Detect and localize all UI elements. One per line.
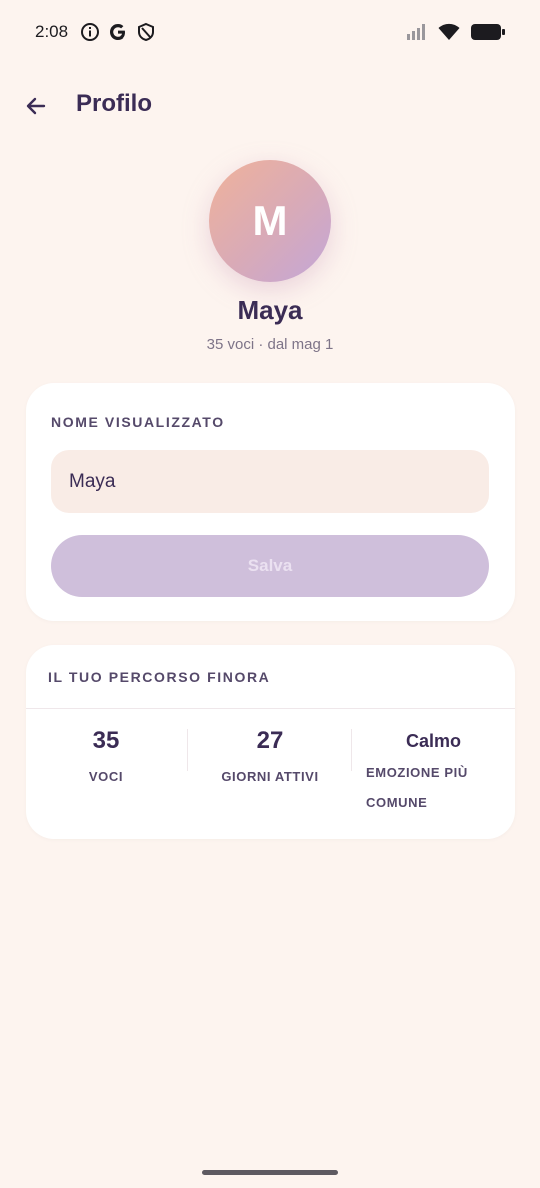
avatar: M <box>209 160 331 282</box>
journey-stats-label: IL TUO PERCORSO FINORA <box>48 669 271 685</box>
stat-caption: GIORNI ATTIVI <box>221 769 319 784</box>
stat-value: 35 <box>92 727 120 754</box>
status-right <box>406 22 506 42</box>
profile-meta: 35 voci · dal mag 1 <box>206 336 334 353</box>
divider <box>351 729 352 771</box>
avatar-wrap: M <box>0 160 540 282</box>
divider <box>26 708 515 709</box>
app-bar: Profilo <box>0 80 540 130</box>
display-name-input[interactable] <box>51 450 489 513</box>
shield-icon <box>138 22 154 42</box>
stat-caption: EMOZIONE PIÙ COMUNE <box>366 765 468 810</box>
wifi-icon <box>438 23 460 40</box>
info-icon <box>81 23 99 41</box>
stat-value: 27 <box>256 727 284 754</box>
stat-entries: 35 VOCI <box>66 727 146 784</box>
stat-value: Calmo <box>405 731 461 751</box>
status-time: 2:08 <box>35 22 69 41</box>
divider <box>187 729 188 771</box>
status-bar: 2:08 <box>0 0 540 64</box>
home-indicator[interactable] <box>202 1170 338 1175</box>
google-icon <box>110 24 125 40</box>
arrow-left-icon[interactable] <box>22 92 50 120</box>
stat-caption: VOCI <box>88 769 124 784</box>
stat-common-emotion: Calmo EMOZIONE PIÙ COMUNE <box>366 727 501 818</box>
profile-name: Maya <box>237 295 303 325</box>
page-title: Profilo <box>76 90 152 117</box>
display-name-card: NOME VISUALIZZATO Salva <box>26 383 515 621</box>
signal-icon <box>407 24 425 40</box>
journey-stats-card: IL TUO PERCORSO FINORA 35 VOCI 27 GIORNI… <box>26 645 515 839</box>
save-button[interactable]: Salva <box>51 535 489 597</box>
battery-icon <box>471 24 505 40</box>
stat-active-days: 27 GIORNI ATTIVI <box>214 727 326 784</box>
display-name-label: NOME VISUALIZZATO <box>51 414 225 430</box>
